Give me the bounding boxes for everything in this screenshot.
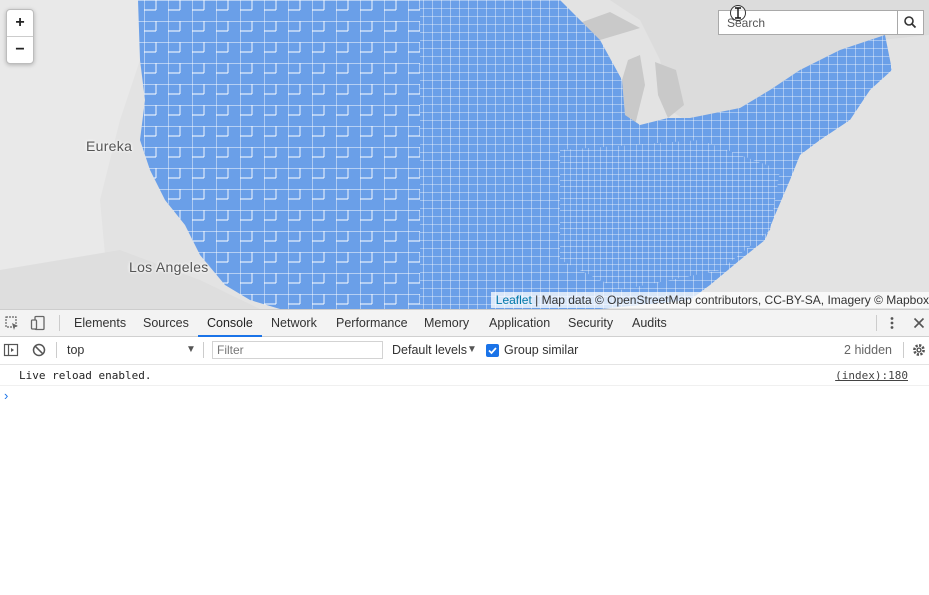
attribution-text: | Map data © OpenStreetMap contributors,… — [531, 293, 929, 307]
group-similar-label[interactable]: Group similar — [504, 343, 578, 357]
map-view[interactable]: + − Eureka Los Angeles Leaflet | Map dat… — [0, 0, 929, 309]
city-label-eureka: Eureka — [86, 138, 133, 154]
console-prompt[interactable]: › — [0, 386, 929, 406]
context-dropdown-arrow-icon[interactable]: ▼ — [186, 344, 196, 355]
console-settings-gear-icon[interactable] — [911, 342, 927, 358]
show-sidebar-icon[interactable] — [3, 342, 19, 358]
text-cursor-icon — [730, 5, 746, 21]
inspect-element-icon[interactable] — [4, 315, 20, 331]
search-icon — [904, 16, 917, 29]
zoom-control: + − — [6, 9, 34, 64]
tab-network[interactable]: Network — [271, 310, 317, 336]
device-toolbar-icon[interactable] — [30, 315, 46, 331]
zoom-in-button[interactable]: + — [7, 10, 33, 37]
tab-elements[interactable]: Elements — [74, 310, 126, 336]
divider — [59, 315, 60, 331]
more-options-icon[interactable] — [884, 315, 900, 331]
divider — [903, 342, 904, 358]
clear-console-icon[interactable] — [31, 342, 47, 358]
console-filter-input[interactable] — [212, 341, 383, 359]
prompt-chevron-icon: › — [4, 388, 9, 403]
console-message-text: Live reload enabled. — [19, 369, 152, 382]
context-selector[interactable]: top — [67, 343, 84, 357]
zoom-out-button[interactable]: − — [7, 37, 33, 63]
console-toolbar: top ▼ Default levels ▼ Group similar 2 h… — [0, 337, 929, 365]
tab-memory[interactable]: Memory — [424, 310, 469, 336]
search-box — [718, 10, 924, 35]
group-similar-checkbox[interactable] — [486, 344, 499, 357]
divider — [876, 315, 877, 331]
tab-security[interactable]: Security — [568, 310, 613, 336]
hidden-messages-count: 2 hidden — [844, 343, 892, 357]
tab-application[interactable]: Application — [489, 310, 550, 336]
tab-sources[interactable]: Sources — [143, 310, 189, 336]
search-button[interactable] — [897, 11, 923, 34]
console-message-source-link[interactable]: (index):180 — [835, 369, 908, 382]
devtools-tab-bar: Elements Sources Console Network Perform… — [0, 310, 929, 337]
checkmark-icon — [488, 347, 497, 355]
tab-performance[interactable]: Performance — [336, 310, 408, 336]
console-message: Live reload enabled. (index):180 — [0, 365, 929, 386]
map-attribution: Leaflet | Map data © OpenStreetMap contr… — [490, 292, 929, 308]
close-icon[interactable] — [911, 315, 927, 331]
divider — [56, 342, 57, 358]
city-label-los-angeles: Los Angeles — [129, 259, 209, 275]
tab-console[interactable]: Console — [198, 310, 262, 337]
levels-dropdown-arrow-icon[interactable]: ▼ — [467, 344, 477, 355]
log-levels-dropdown[interactable]: Default levels — [392, 343, 467, 357]
divider — [203, 342, 204, 358]
devtools-panel: Elements Sources Console Network Perform… — [0, 309, 929, 595]
leaflet-link[interactable]: Leaflet — [496, 293, 532, 307]
tab-audits[interactable]: Audits — [632, 310, 667, 336]
